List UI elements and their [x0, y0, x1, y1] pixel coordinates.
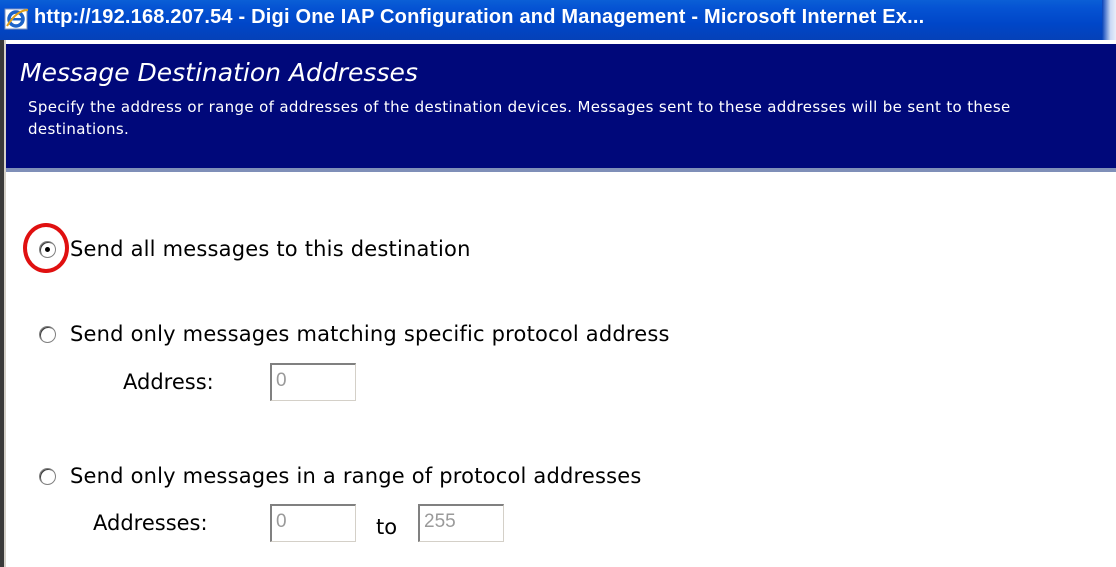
- range-to-label: to: [376, 515, 398, 539]
- option-address-range-label: Send only messages in a range of protoco…: [70, 464, 642, 488]
- option-all-messages[interactable]: Send all messages to this destination: [39, 237, 471, 261]
- radio-all-messages[interactable]: [39, 240, 56, 258]
- address-label: Address:: [123, 370, 214, 394]
- title-bar-edge: [1102, 0, 1116, 40]
- range-to-input[interactable]: 255: [418, 504, 504, 542]
- header-divider: [6, 168, 1116, 172]
- window-title-bar[interactable]: http://192.168.207.54 - Digi One IAP Con…: [0, 0, 1116, 40]
- option-address-range[interactable]: Send only messages in a range of protoco…: [39, 464, 642, 488]
- page-title: Message Destination Addresses: [20, 58, 418, 87]
- addresses-label: Addresses:: [93, 511, 208, 535]
- option-all-messages-label: Send all messages to this destination: [70, 237, 471, 261]
- radio-specific-address[interactable]: [39, 325, 56, 343]
- option-specific-address[interactable]: Send only messages matching specific pro…: [39, 322, 670, 346]
- page-header: Message Destination Addresses Specify th…: [6, 44, 1116, 168]
- range-from-input[interactable]: 0: [270, 504, 356, 542]
- radio-address-range[interactable]: [39, 467, 56, 485]
- option-specific-address-label: Send only messages matching specific pro…: [70, 322, 670, 346]
- page-description: Specify the address or range of addresse…: [28, 98, 1011, 138]
- address-input[interactable]: 0: [270, 363, 356, 401]
- window-title: http://192.168.207.54 - Digi One IAP Con…: [34, 6, 925, 28]
- internet-explorer-icon: [4, 8, 29, 30]
